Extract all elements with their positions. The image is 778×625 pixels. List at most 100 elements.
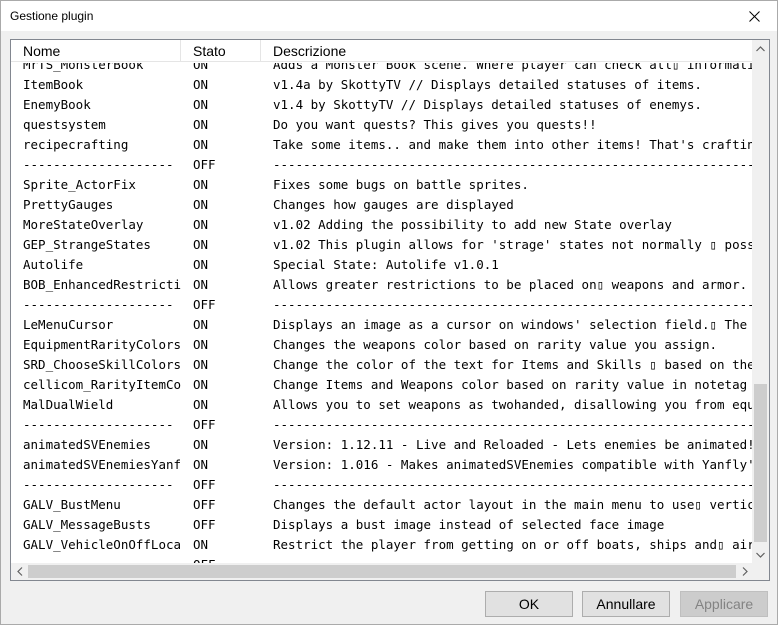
plugin-status-cell: ON [193,237,209,252]
plugin-name-cell: GALV_VehicleOnOffLoca··· [23,537,181,552]
plugin-description-cell: ----------------------------------------… [273,417,753,432]
plugin-status-cell: ON [193,357,209,372]
arrow-right-icon [742,567,748,576]
scroll-down-button[interactable] [752,546,769,563]
plugin-row[interactable]: animatedSVEnemies ON Version: 1.12.11 - Li… [11,435,753,455]
plugin-name-cell: Autolife [23,257,84,272]
window-title: Gestione plugin [10,9,94,23]
plugin-status-cell: ON [193,337,209,352]
plugin-row[interactable]: MalDualWield ON Allows you to set weapons … [11,395,753,415]
plugin-row[interactable]: SRD_ChooseSkillColors ON Change the color … [11,355,753,375]
plugin-description-cell: Version: 1.12.11 - Live and Reloaded - L… [273,437,753,452]
plugin-description-cell: Special State: Autolife v1.0.1 [273,257,499,272]
plugin-status-cell: OFF [193,497,216,512]
plugin-description-cell: ----------------------------------------… [273,477,753,492]
list-header: Nome Stato Descrizione [11,40,753,62]
plugin-row[interactable]: -------------------- OFF -----------------… [11,155,753,175]
plugin-name-cell: EquipmentRarityColors [23,337,181,352]
cancel-button[interactable]: Annullare [582,591,670,617]
plugin-row[interactable]: PrettyGauges ON Changes how gauges are dis… [11,195,753,215]
arrow-up-icon [756,45,765,51]
plugin-description-cell: Take some items.. and make them into oth… [273,137,753,152]
ok-button[interactable]: OK [485,591,573,617]
plugin-row[interactable]: Autolife ON Special State: Autolife v1.0.1 [11,255,753,275]
column-header-name[interactable]: Nome [11,40,181,62]
plugin-row[interactable]: animatedSVEnemiesYanf··· ON Version: 1.016… [11,455,753,475]
plugin-description-cell: ----------------------------------------… [273,297,753,312]
plugin-row[interactable]: -------------------- OFF -----------------… [11,295,753,315]
plugin-description-cell: ----------------------------------------… [273,157,753,172]
plugin-row[interactable]: GALV_BustMenu OFF Changes the default acto… [11,495,753,515]
horizontal-scrollbar[interactable] [11,563,753,580]
plugin-row[interactable]: GALV_VehicleOnOffLoca··· ON Restrict the p… [11,535,753,555]
plugin-name-cell: ItemBook [23,77,84,92]
plugin-status-cell: ON [193,117,209,132]
plugin-description-cell: Displays a bust image instead of selecte… [273,517,665,532]
plugin-name-cell: -------------------- [23,157,174,172]
apply-button[interactable]: Applicare [680,591,768,617]
plugin-row[interactable]: cellicom_RarityItemCo··· ON Change Items a… [11,375,753,395]
close-icon [748,10,760,22]
plugin-name-cell: -------------------- [23,297,174,312]
plugin-row[interactable]: Sprite_ActorFix ON Fixes some bugs on batt… [11,175,753,195]
plugin-status-cell: ON [193,377,209,392]
plugin-row[interactable]: MrTS_MonsterBook ON Adds a Monster Book sc… [11,63,753,75]
plugin-name-cell: questsystem [23,117,106,132]
plugin-name-cell: cellicom_RarityItemCo··· [23,377,181,392]
plugin-row[interactable]: EnemyBook ON v1.4 by SkottyTV // Displays … [11,95,753,115]
plugin-status-cell: ON [193,137,209,152]
plugin-description-cell: Changes the weapons color based on rarit… [273,337,718,352]
scroll-up-button[interactable] [752,40,769,57]
vertical-scrollbar[interactable] [752,40,769,563]
plugin-status-cell: OFF [193,517,216,532]
plugin-name-cell: GALV_BustMenu [23,497,121,512]
plugin-description-cell: Changes how gauges are displayed [273,197,514,212]
scrollbar-corner [752,563,769,580]
plugin-name-cell: -------------------- [23,477,174,492]
plugin-list[interactable]: Nome Stato Descrizione MrTS_MonsterBook O… [10,39,770,581]
plugin-row[interactable]: recipecrafting ON Take some items.. and ma… [11,135,753,155]
scroll-left-button[interactable] [11,563,28,580]
plugin-row[interactable]: -------------------- OFF -----------------… [11,415,753,435]
plugin-row[interactable]: -------------------- OFF -----------------… [11,475,753,495]
plugin-name-cell: Sprite_ActorFix [23,177,136,192]
plugin-row[interactable]: BOB_EnhancedRestricti··· ON Allows greater… [11,275,753,295]
plugin-name-cell: animatedSVEnemiesYanf··· [23,457,181,472]
plugin-row[interactable]: questsystem ON Do you want quests? This gi… [11,115,753,135]
column-header-status[interactable]: Stato [181,40,261,62]
plugin-description-cell: Allows greater restrictions to be placed… [273,277,748,292]
vertical-scroll-thumb[interactable] [754,384,767,542]
plugin-row[interactable]: MoreStateOverlay ON v1.02 Adding the possi… [11,215,753,235]
plugin-description-cell: Change Items and Weapons color based on … [273,377,748,392]
plugin-status-cell: ON [193,63,209,72]
plugin-status-cell: OFF [193,157,216,172]
plugin-name-cell: animatedSVEnemies [23,437,151,452]
close-button[interactable] [731,1,777,31]
plugin-name-cell: -------------------- [23,417,174,432]
plugin-status-cell: ON [193,277,209,292]
column-header-description[interactable]: Descrizione [261,40,753,62]
plugin-manager-dialog: Gestione plugin Nome Stato Descrizione M… [0,0,778,625]
plugin-description-cell: Version: 1.016 - Makes animatedSVEnemies… [273,457,753,472]
arrow-down-icon [756,552,765,558]
plugin-name-cell: MalDualWield [23,397,114,412]
plugin-row[interactable]: GALV_MessageBusts OFF Displays a bust imag… [11,515,753,535]
plugin-status-cell: OFF [193,417,216,432]
arrow-left-icon [16,567,22,576]
horizontal-scroll-thumb[interactable] [28,565,736,578]
plugin-description-cell: Displays an image as a cursor on windows… [273,317,753,332]
plugin-description-cell: Fixes some bugs on battle sprites. [273,177,529,192]
plugin-name-cell: recipecrafting [23,137,129,152]
plugin-description-cell: Changes the default actor layout in the … [273,497,753,512]
plugin-status-cell: OFF [193,297,216,312]
plugin-row[interactable]: GEP_StrangeStates ON v1.02 This plugin all… [11,235,753,255]
plugin-name-cell: PrettyGauges [23,197,114,212]
plugin-row[interactable]: ItemBook ON v1.4a by SkottyTV // Displays … [11,75,753,95]
plugin-status-cell: OFF [193,477,216,492]
plugin-row[interactable]: LeMenuCursor ON Displays an image as a cur… [11,315,753,335]
plugin-description-cell: v1.4a by SkottyTV // Displays detailed s… [273,77,702,92]
plugin-description-cell: Do you want quests? This gives you quest… [273,117,597,132]
plugin-description-cell: Adds a Monster Book scene. Where player … [273,63,753,72]
plugin-row[interactable]: EquipmentRarityColors ON Changes the weapo… [11,335,753,355]
scroll-right-button[interactable] [736,563,753,580]
